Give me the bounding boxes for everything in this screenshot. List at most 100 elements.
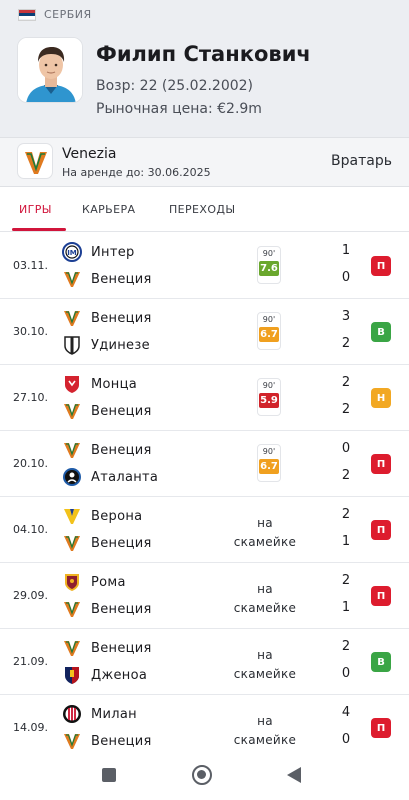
roma-logo-icon	[62, 572, 82, 592]
bench-status-line: на	[257, 582, 273, 596]
tab-career[interactable]: КАРЬЕРА	[82, 203, 135, 216]
bench-status-line: на	[257, 648, 273, 662]
match-row[interactable]: 21.09. Венеция Дженоа на скамейке 2 0 В	[0, 629, 409, 695]
match-date: 04.10.	[13, 523, 48, 536]
away-team-name: Венеция	[91, 403, 152, 419]
match-date: 14.09.	[13, 721, 48, 734]
loan-label: На аренде до:	[62, 166, 145, 179]
bench-status-line: на	[257, 516, 273, 530]
udinese-logo-icon	[62, 335, 82, 355]
tab-transfers[interactable]: ПЕРЕХОДЫ	[169, 203, 236, 216]
country-row[interactable]: СЕРБИЯ	[18, 8, 92, 21]
match-row[interactable]: 30.10. Венеция Удинезе 90' 6.7 3 2 В	[0, 299, 409, 365]
home-score: 1	[341, 243, 351, 258]
match-row[interactable]: 03.11. IM Интер Венеция 90' 7.6 1 0 П	[0, 233, 409, 299]
away-team-name: Венеция	[91, 601, 152, 617]
away-team-name: Аталанта	[91, 469, 159, 485]
venezia-logo-icon	[62, 308, 82, 328]
home-team-name: Верона	[91, 508, 143, 524]
serbia-flag-icon	[18, 8, 36, 21]
match-row[interactable]: 20.10. Венеция Аталанта 90' 6.7 0 2 П	[0, 431, 409, 497]
match-date: 30.10.	[13, 325, 48, 338]
minutes-played: 90'	[262, 447, 276, 456]
result-badge: П	[371, 586, 391, 606]
back-icon[interactable]	[287, 767, 301, 783]
away-score: 0	[341, 666, 351, 681]
home-score: 4	[341, 705, 351, 720]
away-team: Венеция	[62, 731, 152, 751]
result-badge: Н	[371, 388, 391, 408]
match-row[interactable]: 04.10. Верона Венеция на скамейке 2 1 П	[0, 497, 409, 563]
bench-status-line: скамейке	[233, 667, 297, 681]
genoa-logo-icon	[62, 665, 82, 685]
home-score: 3	[341, 309, 351, 324]
result-badge: В	[371, 322, 391, 342]
result-badge: П	[371, 454, 391, 474]
venezia-logo-icon	[62, 401, 82, 421]
android-nav-bar	[0, 752, 409, 800]
atalanta-logo-icon	[62, 467, 82, 487]
home-score: 2	[341, 573, 351, 588]
away-team: Венеция	[62, 599, 152, 619]
home-team: Рома	[62, 572, 126, 592]
match-row[interactable]: 27.10. Монца Венеция 90' 5.9 2 2 Н	[0, 365, 409, 431]
bench-status-line: скамейке	[233, 601, 297, 615]
match-date: 21.09.	[13, 655, 48, 668]
away-score: 0	[341, 270, 351, 285]
result-badge: П	[371, 256, 391, 276]
home-score: 0	[341, 441, 351, 456]
away-team-name: Венеция	[91, 271, 152, 287]
minutes-played: 90'	[262, 381, 276, 390]
bench-status: на скамейке	[224, 580, 306, 618]
recents-icon[interactable]	[102, 768, 116, 782]
venezia-logo-icon	[62, 269, 82, 289]
monza-logo-icon	[62, 374, 82, 394]
away-team-name: Венеция	[91, 733, 152, 749]
player-age: Возр: 22 (25.02.2002)	[96, 78, 254, 94]
bench-status-line: скамейке	[233, 535, 297, 549]
home-team: Венеция	[62, 440, 152, 460]
svg-text:IM: IM	[67, 249, 77, 257]
away-score: 1	[341, 534, 351, 549]
player-rating: 6.7	[259, 459, 279, 474]
player-rating: 6.7	[259, 327, 279, 342]
match-date: 29.09.	[13, 589, 48, 602]
rating-box: 90' 5.9	[257, 378, 281, 416]
away-team: Аталанта	[62, 467, 158, 487]
club-bar[interactable]: Venezia На аренде до: 30.06.2025 Вратарь	[0, 137, 409, 187]
away-team-name: Дженоа	[91, 667, 148, 683]
home-icon[interactable]	[192, 765, 212, 785]
rating-box: 90' 6.7	[257, 444, 281, 482]
player-photo	[17, 37, 83, 103]
home-team: IM Интер	[62, 242, 135, 262]
verona-logo-icon	[62, 506, 82, 526]
home-team-name: Рома	[91, 574, 126, 590]
result-badge: В	[371, 652, 391, 672]
player-market-value: Рыночная цена: €2.9m	[96, 101, 262, 117]
venezia-logo-icon	[62, 440, 82, 460]
bench-status: на скамейке	[224, 646, 306, 684]
away-team: Удинезе	[62, 335, 150, 355]
result-badge: П	[371, 520, 391, 540]
player-name: Филип Станкович	[96, 42, 311, 66]
home-team-name: Венеция	[91, 442, 152, 458]
away-team: Дженоа	[62, 665, 147, 685]
tab-games[interactable]: ИГРЫ	[19, 203, 52, 216]
home-team: Верона	[62, 506, 142, 526]
away-score: 2	[341, 402, 351, 417]
milan-logo-icon	[62, 704, 82, 724]
venezia-logo-icon	[17, 143, 53, 179]
match-date: 03.11.	[13, 259, 48, 272]
home-team-name: Монца	[91, 376, 137, 392]
home-team: Милан	[62, 704, 137, 724]
home-team: Монца	[62, 374, 137, 394]
venezia-logo-icon	[62, 638, 82, 658]
result-badge: П	[371, 718, 391, 738]
away-score: 2	[341, 336, 351, 351]
home-team-name: Интер	[91, 244, 135, 260]
match-row[interactable]: 29.09. Рома Венеция на скамейке 2 1 П	[0, 563, 409, 629]
country-name: СЕРБИЯ	[44, 8, 92, 21]
inter-logo-icon: IM	[62, 242, 82, 262]
club-name[interactable]: Venezia	[62, 146, 116, 162]
away-team-name: Удинезе	[91, 337, 150, 353]
